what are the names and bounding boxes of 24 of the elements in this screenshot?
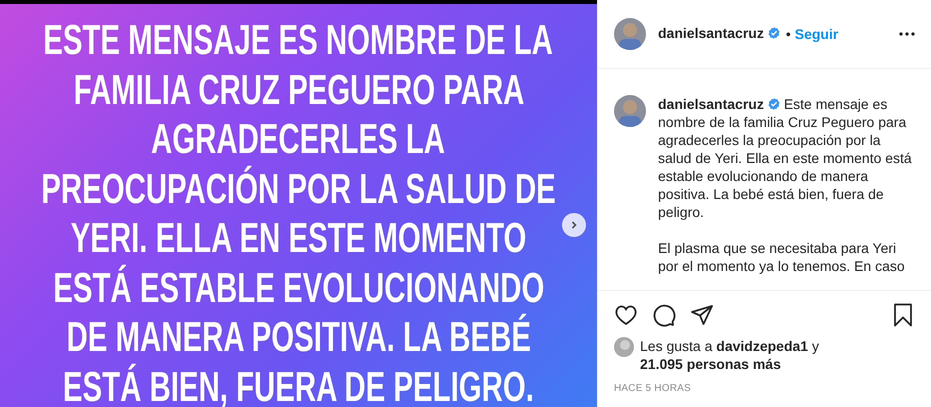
chevron-icon (569, 220, 579, 230)
heart-icon[interactable] (614, 303, 638, 327)
caption-text: danielsantacruz Este mensaje es nombre de la familia Cruz Peguero para agradecerles la preocupación por la salud de Yeri. Ella en este momento está estable evolucionando de manera positiva. La bebé está bien, fuera de peligro. (658, 95, 913, 221)
post-text-line: ESTÁ BIEN, FUERA DE PELIGRO. (63, 362, 534, 407)
username-link[interactable]: danielsantacruz (658, 96, 764, 112)
post-text-line: FAMILIA CRUZ PEGUERO PARA (73, 64, 524, 114)
more-icon[interactable] (899, 32, 915, 36)
username-link[interactable]: danielsantacruz (658, 25, 764, 41)
caption-text: El plasma que se necesitaba para Yeri por el momento ya lo tenemos. En caso (658, 239, 906, 275)
separator: • (786, 26, 791, 42)
timestamp: HACE 5 HORAS (613, 382, 692, 394)
post-text-line: DE MANERA POSITIVA. LA BEBÉ (66, 312, 531, 362)
comment-icon[interactable] (652, 303, 676, 327)
post-text-line: ESTE MENSAJE ES NOMBRE DE LA (44, 15, 554, 64)
post-text-line: PREOCUPACIÓN POR LA SALUD DE (41, 164, 556, 213)
post-text-line: ESTÁ ESTABLE EVOLUCIONANDO (52, 262, 544, 312)
send-icon[interactable] (690, 303, 714, 327)
post-text-line: YERI. ELLA EN ESTE MOMENTO (70, 213, 526, 262)
avatar[interactable] (614, 95, 646, 127)
post-text-line: AGRADECERLES LA (152, 114, 446, 164)
next-button[interactable] (562, 213, 586, 237)
avatar[interactable] (614, 18, 646, 50)
likes-text: Les gusta a davidzepeda1 y 21.095 personas más (640, 337, 819, 373)
bookmark-icon[interactable] (891, 303, 915, 327)
